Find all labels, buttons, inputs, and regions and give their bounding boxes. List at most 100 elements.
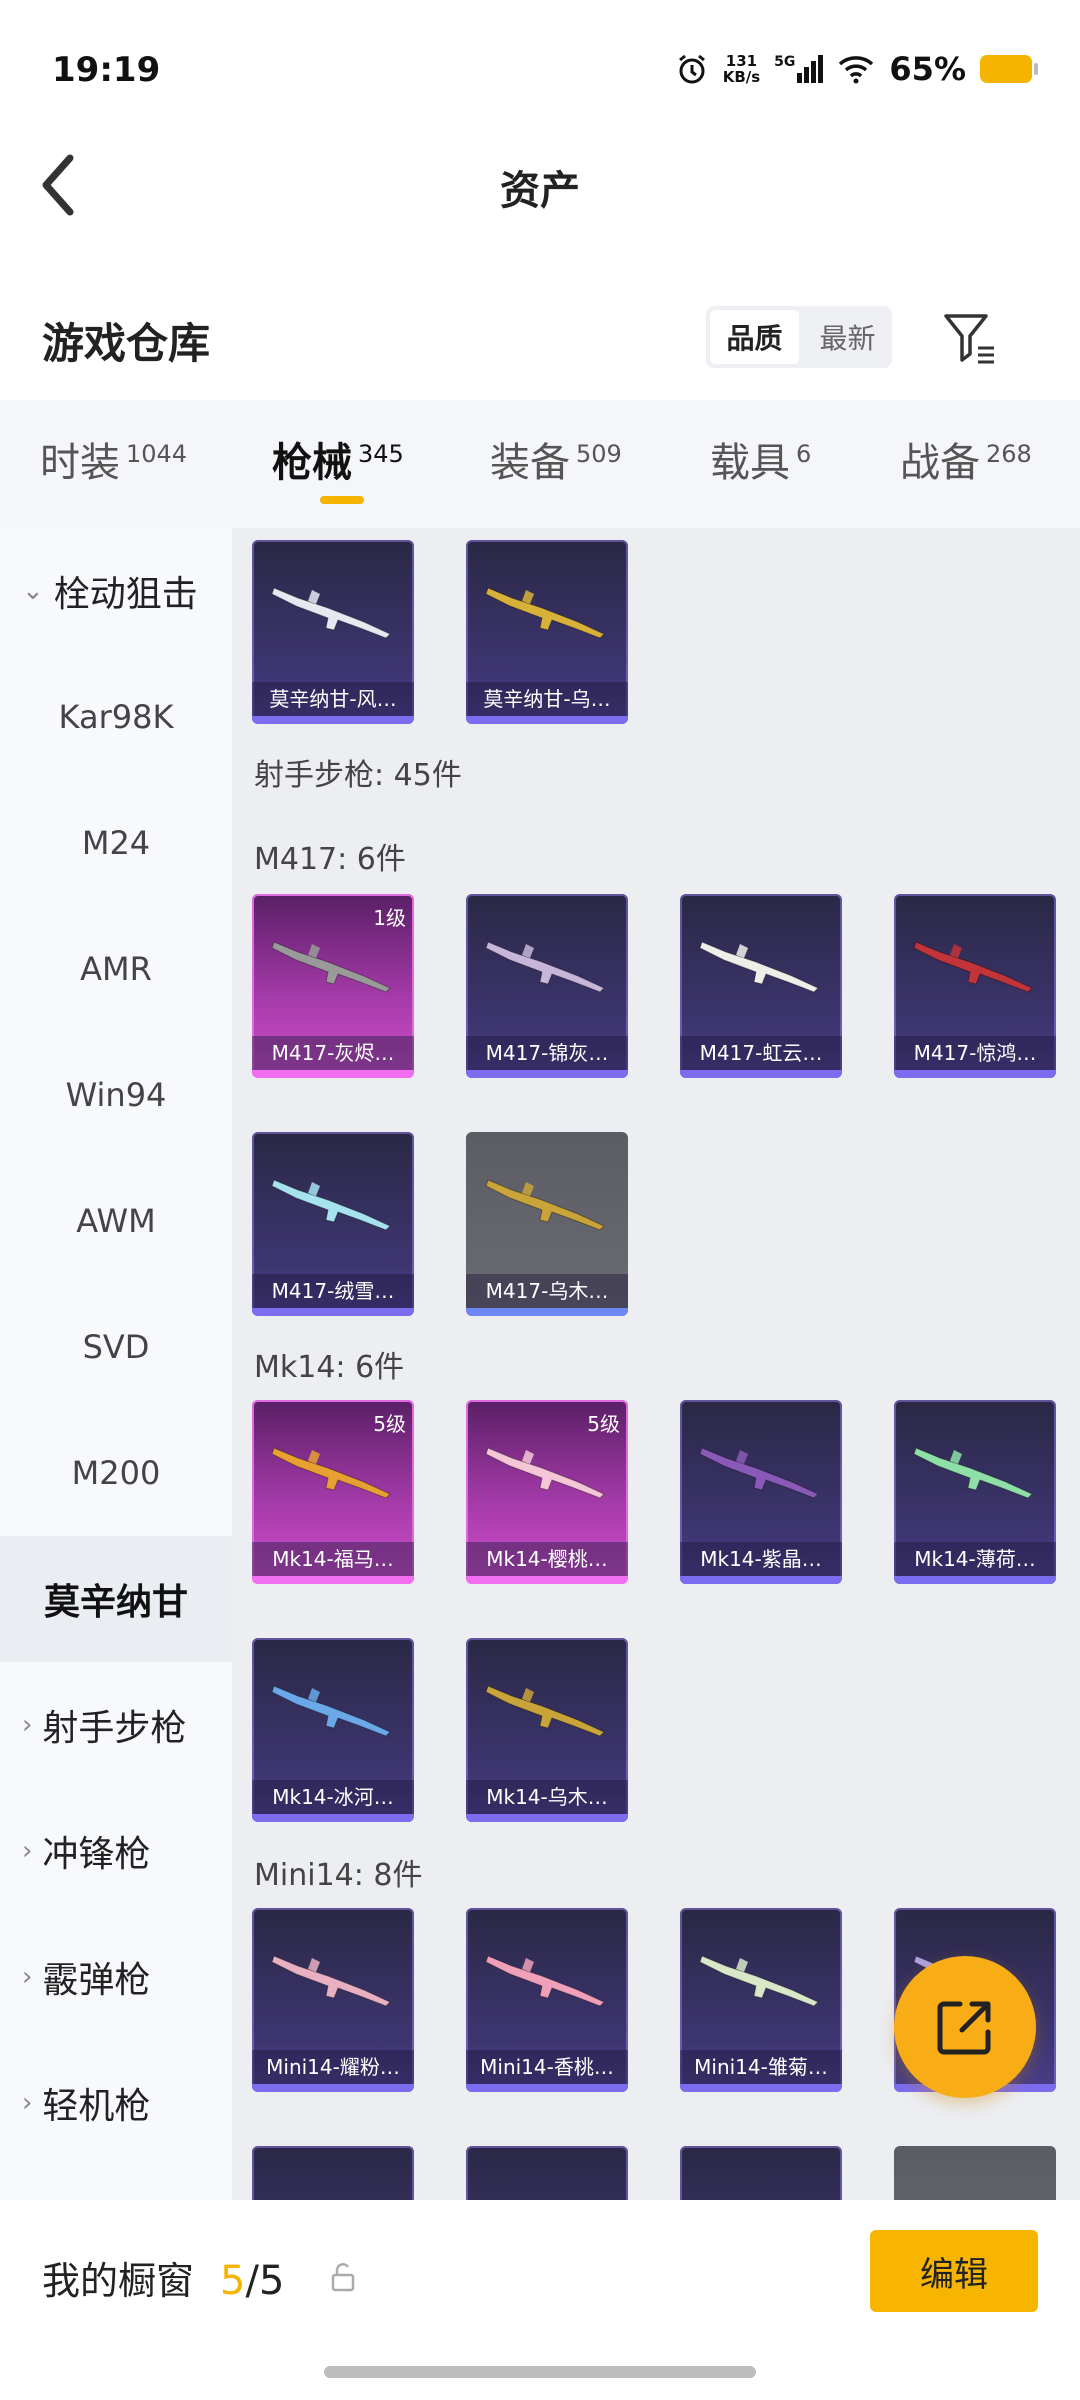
net-speed: 131 KB/s (722, 52, 761, 86)
weapon-card[interactable]: M417-绒雪… (252, 1132, 414, 1316)
weapon-card[interactable]: Mk14-薄荷… (894, 1400, 1056, 1584)
weapon-card[interactable]: 5级 Mk14-福马… (252, 1400, 414, 1584)
weapon-card-partial[interactable] (466, 2146, 628, 2200)
signal-icon: 5G (774, 55, 824, 83)
rarity-strip (252, 1814, 414, 1822)
rarity-strip (252, 1308, 414, 1316)
rifle-icon (913, 1447, 1033, 1499)
weapon-card[interactable]: M417-乌木… (466, 1132, 628, 1316)
sidebar-category-smg[interactable]: › 冲锋枪 (0, 1788, 232, 1914)
weapon-card-name: Mk14-薄荷… (894, 1542, 1056, 1576)
weapon-card[interactable]: 1级 M417-灰烬… (252, 894, 414, 1078)
status-bar: 19:19 131 KB/s 5G 65% (0, 0, 1080, 130)
sort-toggle: 品质 最新 (706, 306, 892, 368)
weapon-card[interactable]: Mini14-耀粉… (252, 1908, 414, 2092)
weapon-card[interactable]: M417-惊鸿… (894, 894, 1056, 1078)
alarm-icon (678, 54, 705, 84)
sort-newest-option[interactable]: 最新 (803, 306, 892, 368)
weapon-card[interactable]: M417-锦灰… (466, 894, 628, 1078)
rifle-icon (485, 587, 605, 639)
rifle-icon (485, 1955, 605, 2007)
rarity-strip (252, 1576, 414, 1584)
weapon-card[interactable]: 莫辛纳甘-乌… (466, 540, 628, 724)
home-indicator[interactable] (324, 2366, 756, 2378)
weapon-level-badge: 1级 (373, 906, 406, 930)
rifle-icon (485, 1685, 605, 1737)
status-icons: 131 KB/s 5G 65% (675, 50, 1038, 88)
weapon-card-name: Mini14-香桃… (466, 2050, 628, 2084)
section-summary-marksman: 射手步枪: 45件 (254, 758, 462, 793)
tab-vehicles[interactable]: 载具 6 (710, 430, 811, 488)
tab-supplies[interactable]: 战备 268 (900, 430, 1032, 488)
battery-percent: 65% (889, 50, 966, 88)
rarity-strip (252, 716, 414, 724)
section-title-m417: M417: 6件 (254, 842, 406, 877)
rarity-strip (466, 1070, 628, 1078)
rifle-icon (271, 941, 391, 993)
status-time: 19:19 (52, 50, 161, 90)
sidebar-item-kar98k[interactable]: Kar98K (0, 654, 232, 780)
filter-icon[interactable] (942, 310, 998, 366)
showcase-label: 我的橱窗 5/5 (42, 2258, 285, 2304)
weapon-card-name: Mk14-樱桃… (466, 1542, 628, 1576)
rifle-icon (699, 1447, 819, 1499)
weapon-card-name: 莫辛纳甘-风… (252, 682, 414, 716)
sidebar-item-win94[interactable]: Win94 (0, 1032, 232, 1158)
chevron-down-icon: ⌄ (22, 576, 44, 606)
weapon-card[interactable]: Mini14-雏菊… (680, 1908, 842, 2092)
weapon-card-name: 莫辛纳甘-乌… (466, 682, 628, 716)
weapon-card-name: Mini14-雏菊… (680, 2050, 842, 2084)
sidebar-item-mosin[interactable]: 莫辛纳甘 (0, 1536, 232, 1662)
sidebar-item-m24[interactable]: M24 (0, 780, 232, 906)
share-fab-button[interactable] (894, 1956, 1036, 2098)
weapon-card-name: M417-绒雪… (252, 1274, 414, 1308)
tab-weapons[interactable]: 枪械 345 (272, 430, 404, 488)
showcase-total-count: /5 (245, 2258, 285, 2304)
sidebar-category-shotgun[interactable]: › 霰弹枪 (0, 1914, 232, 2040)
weapon-card[interactable]: 莫辛纳甘-风… (252, 540, 414, 724)
section-title-mk14: Mk14: 6件 (254, 1350, 405, 1385)
sidebar-item-m200[interactable]: M200 (0, 1410, 232, 1536)
chevron-right-icon: › (22, 1836, 33, 1866)
weapon-card-partial[interactable] (894, 2146, 1056, 2200)
tab-equipment[interactable]: 装备 509 (490, 430, 622, 488)
chevron-right-icon: › (22, 2088, 33, 2118)
tab-fashion[interactable]: 时装 1044 (40, 430, 187, 488)
rarity-strip (680, 2084, 842, 2092)
rifle-icon (271, 1179, 391, 1231)
rarity-strip (252, 2084, 414, 2092)
sort-quality-option[interactable]: 品质 (710, 310, 799, 364)
weapon-card[interactable]: 5级 Mk14-樱桃… (466, 1400, 628, 1584)
weapon-card-name: Mk14-紫晶… (680, 1542, 842, 1576)
rifle-icon (271, 1685, 391, 1737)
sidebar-item-awm[interactable]: AWM (0, 1158, 232, 1284)
rifle-icon (271, 1955, 391, 2007)
weapon-grid: 射手步枪: 45件 M417: 6件 Mk14: 6件 Mini14: 8件 莫… (232, 528, 1080, 2200)
rifle-icon (485, 1447, 605, 1499)
section-title-mini14: Mini14: 8件 (254, 1858, 423, 1893)
sidebar-item-svd[interactable]: SVD (0, 1284, 232, 1410)
weapon-card-name: Mk14-冰河… (252, 1780, 414, 1814)
weapon-card[interactable]: Mk14-冰河… (252, 1638, 414, 1822)
sidebar-category-bolt-sniper[interactable]: ⌄ 栓动狙击 (0, 528, 232, 654)
sidebar-item-amr[interactable]: AMR (0, 906, 232, 1032)
weapon-card[interactable]: M417-虹云… (680, 894, 842, 1078)
sidebar-category-marksman[interactable]: › 射手步枪 (0, 1662, 232, 1788)
wifi-icon (839, 56, 874, 84)
rifle-icon (271, 1447, 391, 1499)
rarity-strip (466, 1308, 628, 1316)
weapon-card-partial[interactable] (680, 2146, 842, 2200)
page-title: 资产 (500, 168, 580, 214)
rifle-icon (913, 941, 1033, 993)
weapon-card[interactable]: Mini14-香桃… (466, 1908, 628, 2092)
rarity-strip (680, 1070, 842, 1078)
weapon-card[interactable]: Mk14-乌木… (466, 1638, 628, 1822)
rarity-strip (466, 2084, 628, 2092)
rifle-icon (485, 1179, 605, 1231)
weapon-card-name: Mini14-耀粉… (252, 2050, 414, 2084)
sidebar-category-lmg[interactable]: › 轻机枪 (0, 2040, 232, 2166)
weapon-card-partial[interactable] (252, 2146, 414, 2200)
edit-button[interactable]: 编辑 (870, 2230, 1038, 2312)
weapon-card-name: Mk14-乌木… (466, 1780, 628, 1814)
weapon-card[interactable]: Mk14-紫晶… (680, 1400, 842, 1584)
